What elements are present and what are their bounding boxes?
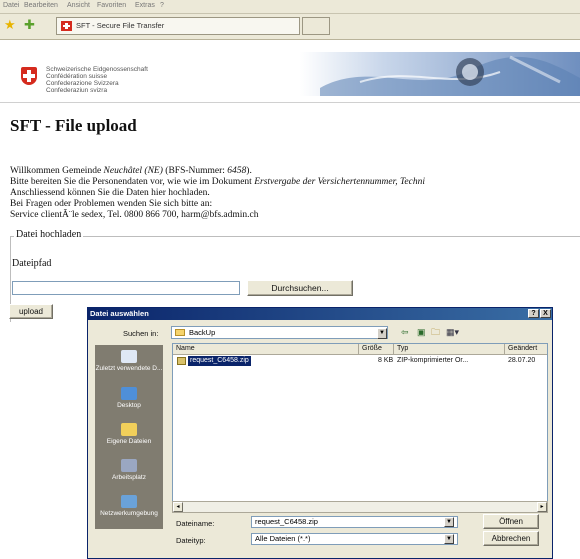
column-size[interactable]: Größe: [359, 344, 394, 354]
file-type: ZIP-komprimierter Or...: [397, 357, 469, 364]
open-button[interactable]: Öffnen: [483, 514, 539, 529]
welcome-line: Willkommen Gemeinde Neuchâtel (NE) (BFS-…: [10, 166, 252, 176]
filename-label: Dateiname:: [176, 519, 215, 528]
upload-hint-line: Anschliessend können Sie die Daten hier …: [10, 188, 210, 198]
column-type[interactable]: Typ: [394, 344, 505, 354]
upload-button[interactable]: upload: [9, 304, 53, 319]
fieldset-border: [10, 236, 580, 237]
file-changed: 28.07.20: [508, 357, 536, 364]
filetype-label: Dateityp:: [176, 536, 206, 545]
contact-line: Service clientÃ¨le sedex, Tel. 0800 866 …: [10, 210, 259, 220]
place-my-computer[interactable]: Arbeitsplatz: [95, 459, 163, 481]
favorites-star-icon[interactable]: ★: [4, 18, 16, 31]
zip-file-icon: [177, 357, 186, 365]
place-recent[interactable]: Zuletzt verwendete D...: [95, 350, 163, 372]
file-row[interactable]: request_C6458.zip 8 KB ZIP-komprimierter…: [173, 356, 547, 366]
filetype-select[interactable]: Alle Dateien (*.*): [251, 533, 458, 545]
browser-tab-bar: ★ ✚ SFT - Secure File Transfer: [0, 14, 580, 40]
recent-documents-icon: [121, 350, 137, 363]
file-list[interactable]: Name Größe Typ Geändert request_C6458.zi…: [172, 343, 548, 513]
new-folder-icon[interactable]: 🗀: [431, 327, 440, 337]
menu-ansicht[interactable]: Ansicht: [67, 2, 90, 9]
folder-icon: [175, 329, 185, 336]
column-type-label: Typ: [397, 345, 409, 352]
scroll-right-button[interactable]: ▸: [537, 502, 547, 512]
instruction-line: Bitte bereiten Sie die Personendaten vor…: [10, 177, 425, 187]
bfs-label: (BFS-Nummer:: [162, 166, 228, 176]
dialog-title-bar: Datei auswählen: [88, 308, 552, 320]
column-changed-label: Geändert: [508, 345, 538, 352]
document-reference: Erstvergabe der Versichertennummer, Tech…: [254, 177, 425, 187]
place-my-documents-label: Eigene Dateien: [106, 438, 152, 445]
browse-button[interactable]: Durchsuchen...: [247, 280, 353, 296]
browser-menu-bar: Datei Bearbeiten Ansicht Favoriten Extra…: [0, 0, 580, 14]
welcome-prefix: Willkommen Gemeinde: [10, 166, 104, 176]
file-path-input[interactable]: [12, 281, 240, 295]
lookin-value: BackUp: [189, 328, 216, 337]
file-name: request_C6458.zip: [188, 356, 251, 366]
network-icon: [121, 495, 137, 508]
header-banner-image: [300, 52, 580, 96]
menu-datei[interactable]: Datei: [3, 2, 19, 9]
column-name-label: Name: [176, 345, 195, 352]
swiss-flag-icon: [61, 21, 72, 31]
page-title: SFT - File upload: [10, 116, 137, 135]
column-changed[interactable]: Geändert: [505, 344, 549, 354]
place-my-computer-label: Arbeitsplatz: [112, 474, 146, 481]
view-menu-icon[interactable]: ▦▾: [446, 327, 459, 337]
back-icon[interactable]: ⇦: [401, 327, 409, 337]
menu-extras[interactable]: Extras: [135, 2, 155, 9]
desktop-icon: [121, 387, 137, 400]
dialog-close-button[interactable]: X: [540, 309, 551, 318]
place-my-documents[interactable]: Eigene Dateien: [95, 423, 163, 445]
menu-help[interactable]: ?: [160, 2, 164, 9]
lookin-label: Suchen in:: [123, 329, 159, 338]
dialog-help-button[interactable]: ?: [528, 309, 539, 318]
places-bar: Zuletzt verwendete D... Desktop Eigene D…: [95, 345, 163, 529]
new-tab-button[interactable]: [302, 17, 330, 35]
column-name[interactable]: Name: [173, 344, 359, 354]
menu-bearbeiten[interactable]: Bearbeiten: [24, 2, 58, 9]
file-path-label: Dateipfad: [12, 258, 52, 269]
filename-input[interactable]: request_C6458.zip: [251, 516, 458, 528]
place-desktop-label: Desktop: [117, 402, 141, 409]
scroll-left-button[interactable]: ◂: [173, 502, 183, 512]
file-list-scrollbar[interactable]: ◂ ▸: [172, 501, 548, 513]
fieldset-legend: Datei hochladen: [14, 229, 84, 240]
my-documents-icon: [121, 423, 137, 436]
bfs-number: 6458: [227, 166, 247, 176]
confederation-line-rm: Confederaziun svizra: [46, 87, 108, 94]
add-favorite-icon[interactable]: ✚: [24, 18, 35, 31]
instruction-text: Bitte bereiten Sie die Personendaten vor…: [10, 177, 255, 187]
municipality-name: Neuchâtel (NE): [103, 166, 163, 176]
cancel-button[interactable]: Abbrechen: [483, 531, 539, 546]
filetype-dropdown-button[interactable]: ▼: [444, 534, 454, 544]
place-network-label: Netzwerkumgebung: [100, 510, 158, 517]
contact-intro-line: Bei Fragen oder Problemen wenden Sie sic…: [10, 199, 213, 209]
menu-favoriten[interactable]: Favoriten: [97, 2, 126, 9]
welcome-suffix: ).: [246, 166, 252, 176]
tab-sft[interactable]: SFT - Secure File Transfer: [56, 17, 300, 35]
file-size: 8 KB: [378, 357, 394, 364]
tab-title: SFT - Secure File Transfer: [76, 21, 165, 30]
file-chooser-dialog: Datei auswählen ? X Suchen in: BackUp ▼ …: [87, 307, 553, 559]
place-desktop[interactable]: Desktop: [95, 387, 163, 409]
file-list-header: Name Größe Typ Geändert: [173, 344, 547, 355]
place-network[interactable]: Netzwerkumgebung: [95, 495, 163, 517]
lookin-dropdown-button[interactable]: ▼: [377, 328, 387, 339]
place-recent-label: Zuletzt verwendete D...: [95, 365, 163, 372]
my-computer-icon: [121, 459, 137, 472]
filename-dropdown-button[interactable]: ▼: [444, 517, 454, 527]
swiss-shield-icon: [21, 67, 37, 85]
up-folder-icon[interactable]: ▣: [417, 327, 426, 337]
lookin-select[interactable]: BackUp: [171, 326, 388, 339]
column-size-label: Größe: [362, 345, 382, 352]
dialog-title: Datei auswählen: [90, 309, 149, 318]
